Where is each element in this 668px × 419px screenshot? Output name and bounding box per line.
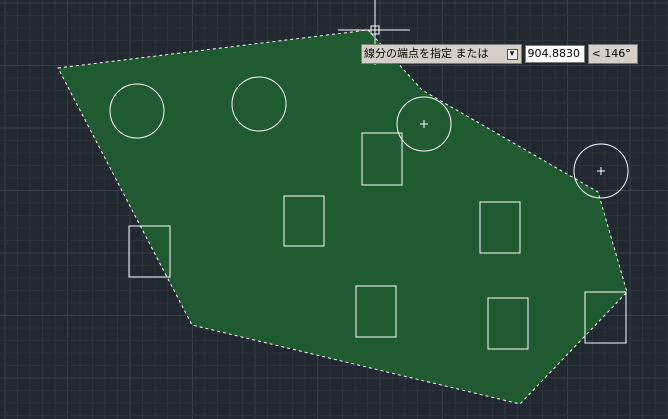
center-mark-icon — [597, 167, 605, 175]
hatch-region[interactable] — [57, 29, 628, 405]
angle-field[interactable]: < 146° — [587, 44, 638, 64]
command-prompt: 線分の端点を指定 または ▾ — [361, 44, 522, 64]
dynamic-input-tooltip: 線分の端点を指定 または ▾ 904.8830 < 146° — [361, 44, 638, 64]
down-arrow-icon[interactable]: ▾ — [506, 48, 518, 60]
prompt-text: 線分の端点を指定 または — [364, 47, 489, 60]
length-input[interactable]: 904.8830 — [524, 45, 585, 63]
